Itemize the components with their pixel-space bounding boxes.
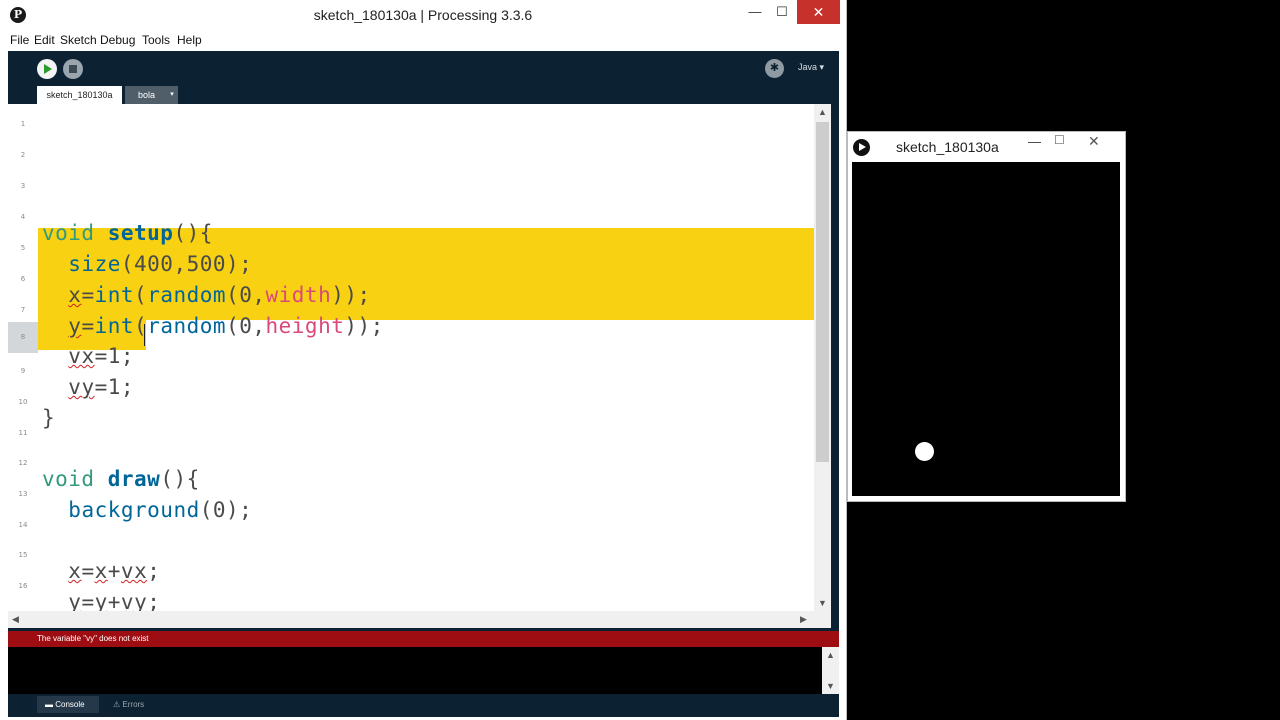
- ball: [915, 442, 934, 461]
- code-line: void draw(){: [42, 467, 200, 491]
- console-tab[interactable]: ▬ Console: [37, 696, 99, 713]
- code-line: x=x+vx;: [68, 559, 161, 583]
- line-number-gutter: 1 2 3 4 5 6 7 8 9 10 11 12 13 14 15 16: [8, 104, 38, 611]
- console-scrollbar[interactable]: ▲ ▼: [822, 647, 839, 694]
- line-number: 12: [18, 459, 28, 467]
- scroll-down-arrow-icon[interactable]: ▼: [826, 681, 835, 691]
- menu-edit[interactable]: Edit: [34, 33, 55, 47]
- line-number: 14: [18, 521, 28, 529]
- code-line: }: [42, 406, 56, 430]
- line-number: 9: [20, 367, 26, 375]
- title-bar: P sketch_180130a | Processing 3.3.6 — ☐ …: [0, 0, 846, 30]
- scroll-up-arrow-icon[interactable]: ▲: [826, 650, 835, 660]
- sketch-window-title: sketch_180130a: [896, 139, 999, 155]
- editor-horizontal-scrollbar[interactable]: ◀ ▶: [8, 611, 831, 628]
- errors-tab-label: Errors: [122, 700, 145, 709]
- menu-file[interactable]: File: [10, 33, 29, 47]
- code-line: vy=1;: [68, 375, 135, 399]
- scroll-left-arrow-icon[interactable]: ◀: [12, 614, 19, 625]
- warning-icon: ⚠: [113, 700, 123, 709]
- line-number: 15: [18, 551, 28, 559]
- sketch-maximize-button[interactable]: ☐: [1054, 133, 1065, 147]
- sketch-output-window: sketch_180130a — ☐ ✕: [847, 131, 1126, 502]
- debugger-toggle-button[interactable]: ✱: [765, 59, 784, 78]
- menu-sketch[interactable]: Sketch: [60, 33, 97, 47]
- tab-bola[interactable]: bola: [125, 86, 168, 104]
- sketch-canvas[interactable]: [852, 162, 1120, 496]
- toolbar: ✱ Java ▾: [8, 51, 839, 86]
- line-number: 11: [18, 429, 28, 437]
- line-number: 4: [20, 213, 26, 221]
- code-line: y=y+vy;: [68, 590, 161, 611]
- tab-menu-button[interactable]: ▾: [166, 86, 178, 104]
- line-number: 5: [20, 244, 26, 252]
- line-number: 3: [20, 182, 26, 190]
- editor-vertical-scrollbar[interactable]: ▲ ▼: [814, 104, 831, 611]
- code-line: vx=1;: [68, 344, 135, 368]
- stop-button[interactable]: [63, 59, 83, 79]
- run-sketch-icon: [853, 139, 870, 156]
- line-number: 1: [20, 120, 26, 128]
- code-line: size(400,500);: [68, 252, 253, 276]
- line-number: 13: [18, 490, 28, 498]
- tab-sketch-180130a[interactable]: sketch_180130a: [37, 86, 122, 104]
- maximize-button[interactable]: ☐: [768, 0, 796, 24]
- console-tab-label: Console: [55, 700, 85, 709]
- line-number-current: 8: [8, 322, 38, 353]
- close-button[interactable]: ✕: [797, 0, 840, 24]
- scroll-up-arrow-icon[interactable]: ▲: [818, 107, 827, 117]
- footer-bar: ▬ Console ⚠ Errors: [8, 694, 839, 717]
- tab-bar: sketch_180130a bola ▾: [8, 86, 839, 104]
- errors-tab[interactable]: ⚠ Errors: [113, 696, 144, 713]
- menu-debug[interactable]: Debug: [100, 33, 135, 47]
- menu-tools[interactable]: Tools: [142, 33, 170, 47]
- error-message: The variable "vy" does not exist: [37, 634, 149, 643]
- window-title: sketch_180130a | Processing 3.3.6: [313, 7, 533, 23]
- minimize-button[interactable]: —: [741, 0, 769, 24]
- error-status-bar: The variable "vy" does not exist: [8, 631, 839, 647]
- console-output[interactable]: [8, 647, 831, 694]
- menu-help[interactable]: Help: [177, 33, 202, 47]
- sketch-close-button[interactable]: ✕: [1088, 133, 1100, 150]
- scrollbar-thumb[interactable]: [816, 122, 829, 462]
- code-line: void setup(){: [42, 221, 213, 245]
- console-icon: ▬: [45, 700, 56, 709]
- run-button[interactable]: [37, 59, 57, 79]
- scroll-down-arrow-icon[interactable]: ▼: [818, 598, 827, 608]
- scroll-right-arrow-icon[interactable]: ▶: [800, 614, 807, 625]
- code-editor[interactable]: 1 2 3 4 5 6 7 8 9 10 11 12 13 14 15 16 v…: [8, 104, 814, 611]
- sketch-minimize-button[interactable]: —: [1028, 134, 1041, 149]
- menu-bar: File Edit Sketch Debug Tools Help: [0, 30, 846, 50]
- bug-icon: ✱: [769, 62, 780, 74]
- processing-ide-window: P sketch_180130a | Processing 3.3.6 — ☐ …: [0, 0, 847, 720]
- code-line: x=int(random(0,width));: [68, 283, 371, 307]
- code-line: y=int(random(0,height));: [68, 314, 384, 338]
- text-caret: [144, 324, 145, 346]
- line-number: 7: [20, 306, 26, 314]
- line-number: 6: [20, 275, 26, 283]
- code-line: background(0);: [68, 498, 253, 522]
- line-number: 16: [18, 582, 28, 590]
- editor-frame: ✱ Java ▾ sketch_180130a bola ▾ 1 2 3 4 5…: [8, 51, 839, 717]
- line-number: 10: [18, 398, 28, 406]
- mode-selector[interactable]: Java ▾: [798, 62, 824, 73]
- line-number: 2: [20, 151, 26, 159]
